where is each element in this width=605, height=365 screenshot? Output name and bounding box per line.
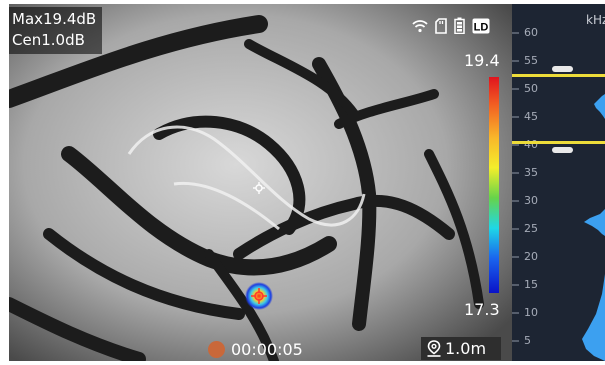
upper-frequency-line[interactable] (512, 74, 605, 77)
record-dot-icon (208, 341, 225, 358)
spectrum-tick-label: 50 (524, 82, 538, 95)
recording-time: 00:00:05 (231, 340, 303, 359)
distance-indicator[interactable]: 1.0m (421, 337, 501, 360)
lower-frequency-handle[interactable] (552, 147, 573, 153)
lower-frequency-line[interactable] (512, 141, 605, 144)
spectrum-tick-label: 5 (524, 334, 531, 347)
distance-value: 1.0m (445, 339, 487, 358)
thermal-camera-view: Max19.4dB Cen1.0dB LD 19.4 17.3 00:00:05… (9, 4, 512, 361)
status-bar: LD (412, 17, 490, 34)
ld-mode-icon: LD (472, 18, 490, 33)
frequency-spectrum-panel[interactable]: kHz 60 55 50 45 40 35 30 25 20 15 10 5 (512, 4, 605, 361)
spectrum-tick-label: 10 (524, 306, 538, 319)
spectrum-tick-label: 20 (524, 250, 538, 263)
acoustic-image-scene (9, 4, 512, 361)
battery-icon (454, 17, 465, 34)
max-db-readout: Max19.4dB (12, 10, 97, 28)
spectrum-unit-label: kHz (586, 13, 605, 27)
spectrum-tick-label: 55 (524, 54, 538, 67)
spectrum-tick-label: 25 (524, 222, 538, 235)
center-db-readout: Cen1.0dB (12, 31, 85, 49)
spectrum-tick-label: 15 (524, 278, 538, 291)
upper-frequency-handle[interactable] (552, 66, 573, 72)
spectrum-tick-label: 30 (524, 194, 538, 207)
color-scale-bar (489, 77, 499, 293)
db-readout-panel: Max19.4dB Cen1.0dB (9, 7, 103, 54)
spectrum-tick-label: 35 (524, 166, 538, 179)
location-pin-icon (427, 340, 441, 357)
sd-card-icon (435, 17, 447, 34)
spectrum-tick-label: 45 (524, 110, 538, 123)
svg-text:LD: LD (474, 21, 489, 33)
spectrum-tick-label: 60 (524, 26, 538, 39)
wifi-icon (412, 19, 428, 32)
recording-indicator: 00:00:05 (208, 340, 303, 359)
scale-min-value: 17.3 (464, 300, 500, 319)
scale-max-value: 19.4 (464, 51, 500, 70)
